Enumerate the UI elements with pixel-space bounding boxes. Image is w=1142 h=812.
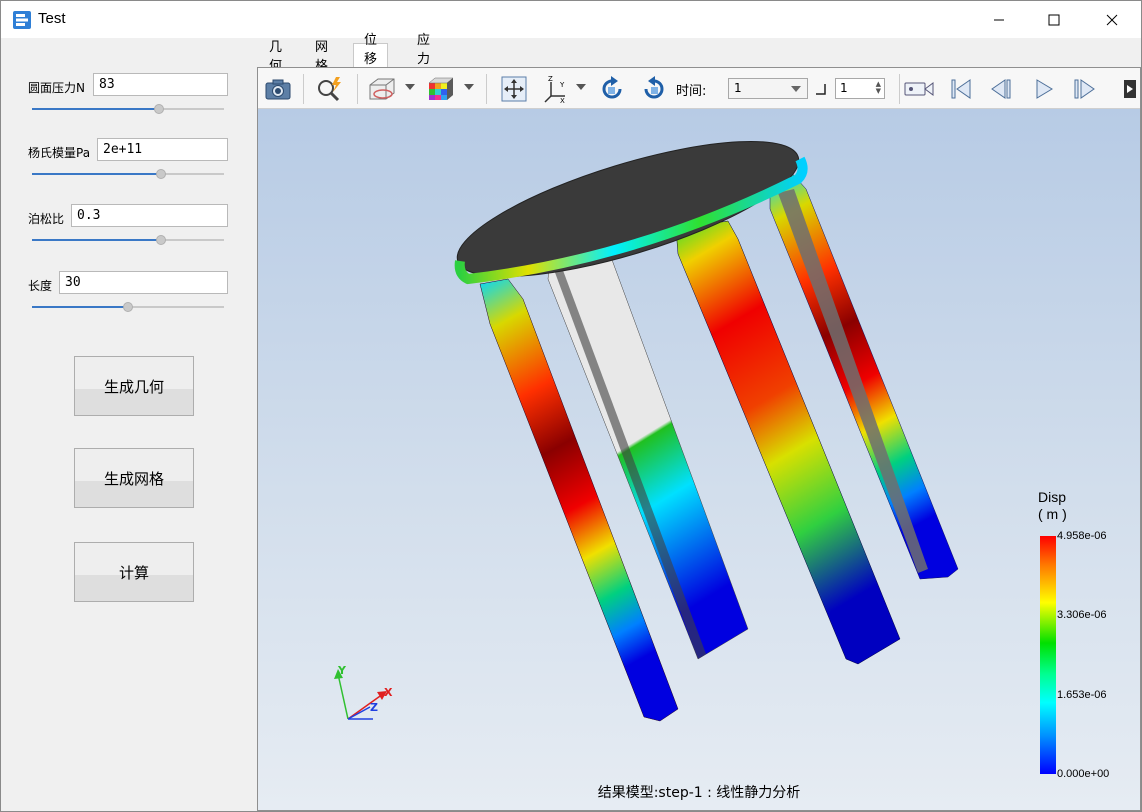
color-map-button[interactable]	[424, 74, 456, 104]
youngs-modulus-slider-thumb[interactable]	[156, 169, 166, 179]
box-eye-icon	[369, 78, 395, 100]
legend-unit: ( m )	[1038, 506, 1067, 522]
chevron-down-icon	[791, 86, 801, 92]
screenshot-button[interactable]	[262, 74, 294, 104]
time-select-value: 1	[734, 81, 742, 95]
result-model-status: 结果模型:step-1 : 线性静力分析	[597, 785, 801, 801]
next-frame-button[interactable]	[1068, 74, 1100, 104]
stool-displacement-model	[334, 140, 959, 722]
length-label: 长度	[28, 279, 53, 293]
legend-min-label: 0.000e+00	[1057, 768, 1110, 780]
display-mode-dropdown-icon[interactable]	[405, 84, 415, 90]
legend-color-bar	[1040, 536, 1056, 774]
length-slider-fill	[32, 306, 128, 308]
skip-to-start-icon	[951, 79, 971, 99]
title-bar: Test	[1, 1, 1141, 38]
poisson-ratio-label: 泊松比	[28, 212, 65, 226]
maximize-icon	[1048, 14, 1060, 25]
poisson-ratio-slider-thumb[interactable]	[156, 235, 166, 245]
minimize-button[interactable]	[976, 1, 1022, 38]
youngs-modulus-slider[interactable]	[32, 169, 224, 179]
step-spinbox[interactable]: 1 ▲ ▼	[835, 78, 885, 99]
close-icon	[1106, 14, 1118, 25]
poisson-ratio-slider[interactable]	[32, 235, 224, 245]
play-icon	[1036, 79, 1053, 99]
svg-text:Y: Y	[559, 81, 565, 89]
chevron-right-icon	[1127, 85, 1133, 93]
pressure-label: 圆面压力N	[28, 81, 85, 95]
color-cube-icon	[428, 77, 454, 100]
rotate-clockwise-icon	[602, 76, 622, 99]
length-slider[interactable]	[32, 302, 224, 312]
viewer-toolbar: Z Y X 时间: 1 1 ▲ ▼	[258, 68, 1140, 109]
legend-label-1: 1.653e-06	[1057, 689, 1107, 701]
generate-geometry-button[interactable]: 生成几何	[74, 356, 194, 416]
length-slider-thumb[interactable]	[123, 302, 133, 312]
model-canvas[interactable]: Y X Z Disp ( m ) 4.958e-06 3.306e-06 1.6…	[258, 109, 1140, 810]
camera-icon	[265, 79, 291, 100]
magnifier-lightning-icon	[318, 77, 341, 102]
pressure-input[interactable]	[93, 73, 228, 96]
pressure-slider-fill	[32, 108, 159, 110]
spin-arrows-icon[interactable]: ▲ ▼	[876, 81, 881, 95]
record-video-button[interactable]	[903, 74, 935, 104]
video-camera-icon	[904, 82, 934, 96]
tab-stress[interactable]: 应力1	[407, 33, 440, 82]
play-button[interactable]	[1028, 74, 1060, 104]
minimize-icon	[994, 19, 1004, 20]
youngs-modulus-input[interactable]	[97, 138, 228, 161]
zoom-fit-button[interactable]	[314, 74, 346, 104]
first-frame-button[interactable]	[945, 74, 977, 104]
rotate-cw-button[interactable]	[596, 74, 628, 104]
axis-view-button[interactable]: Z Y X	[540, 74, 572, 104]
rotate-ccw-button[interactable]	[638, 74, 670, 104]
tab-geometry[interactable]: 几何	[259, 40, 292, 74]
axis-view-dropdown-icon[interactable]	[576, 84, 586, 90]
svg-text:X: X	[560, 97, 565, 104]
pressure-slider-thumb[interactable]	[154, 104, 164, 114]
rotate-counterclockwise-icon	[644, 76, 664, 99]
previous-frame-button[interactable]	[986, 74, 1018, 104]
close-button[interactable]	[1089, 1, 1135, 38]
xyz-axes-icon: Z Y X	[544, 75, 565, 104]
axis-x-label: X	[384, 686, 393, 699]
display-mode-button[interactable]	[366, 74, 398, 104]
time-label: 时间:	[676, 84, 707, 99]
move-arrows-icon	[501, 76, 527, 102]
window-title: Test	[38, 10, 66, 27]
youngs-modulus-slider-fill	[32, 173, 161, 175]
poisson-ratio-slider-fill	[32, 239, 161, 241]
axis-y-label: Y	[338, 664, 346, 677]
poisson-ratio-input[interactable]	[71, 204, 228, 227]
generate-mesh-button[interactable]: 生成网格	[74, 448, 194, 508]
legend-label-2: 3.306e-06	[1057, 609, 1107, 621]
step-spinbox-value: 1	[840, 81, 848, 95]
step-forward-icon	[1074, 79, 1095, 99]
pressure-slider[interactable]	[32, 104, 224, 114]
result-viewer: Z Y X 时间: 1 1 ▲ ▼ Y X Z Disp (m) 4.958…	[257, 67, 1141, 811]
toolbar-overflow-button[interactable]	[1124, 80, 1136, 98]
color-map-dropdown-icon[interactable]	[464, 84, 474, 90]
maximize-button[interactable]	[1031, 1, 1077, 38]
axis-z-label: Z	[370, 701, 378, 714]
step-back-icon	[991, 79, 1011, 99]
tab-displacement[interactable]: 位移1	[353, 33, 389, 82]
fit-view-button[interactable]	[498, 74, 530, 104]
time-select[interactable]: 1	[728, 78, 808, 99]
tab-mesh[interactable]: 网格	[305, 40, 338, 74]
app-icon	[13, 11, 31, 29]
compute-button[interactable]: 计算	[74, 542, 194, 602]
svg-text:Z: Z	[548, 75, 553, 83]
legend-title: Disp ( m )	[1038, 489, 1067, 523]
parameter-panel: 圆面压力N 杨氏模量Pa 泊松比 长度 生成几何 生成网格 计算	[2, 39, 254, 811]
youngs-modulus-label: 杨氏模量Pa	[28, 146, 91, 160]
length-input[interactable]	[59, 271, 228, 294]
legend-quantity: Disp	[1038, 489, 1067, 505]
step-marker-icon	[816, 84, 826, 95]
legend-max-label: 4.958e-06	[1057, 530, 1107, 542]
app-window: Test 圆面压力N 杨氏模量Pa 泊松比 长度	[0, 0, 1142, 812]
